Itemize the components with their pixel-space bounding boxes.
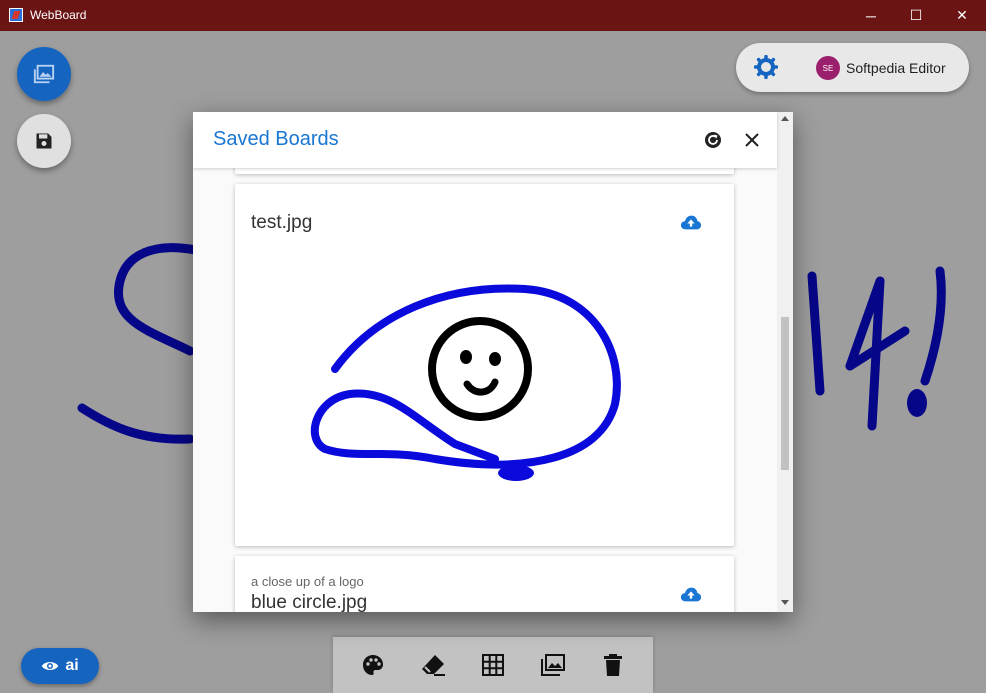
eraser-button[interactable] [418,650,448,680]
save-button[interactable] [17,114,71,168]
refresh-icon[interactable] [703,130,723,150]
app-icon [9,8,23,22]
grid-icon [482,654,504,676]
delete-icon [604,654,622,676]
window-titlebar: WebBoard ─ ☐ ✕ [0,0,986,31]
board-card[interactable] [235,168,734,174]
cloud-upload-icon[interactable] [680,584,702,606]
palette-button[interactable] [358,650,388,680]
dialog-title: Saved Boards [213,128,339,150]
dialog-scrollbar[interactable] [777,112,793,612]
avatar[interactable]: SE [816,56,840,80]
dialog-header: Saved Boards [193,112,777,168]
grid-button[interactable] [478,650,508,680]
board-description: a close up of a logo [251,574,364,589]
board-card[interactable]: a close up of a logo blue circle.jpg [235,556,734,612]
scroll-up-arrow-icon[interactable] [781,116,789,121]
boards-list[interactable]: test.jpg a close up of a logo blue circl… [193,168,777,612]
user-menu[interactable]: SE Softpedia Editor [736,43,969,92]
minimize-button[interactable]: ─ [848,0,894,31]
close-icon[interactable] [742,130,762,150]
board-name: blue circle.jpg [251,592,368,612]
close-window-button[interactable]: ✕ [939,0,985,31]
floppy-disk-icon [36,133,52,149]
image-icon [541,654,565,676]
eye-icon [42,662,59,670]
maximize-button[interactable]: ☐ [893,0,939,31]
eraser-icon [422,655,445,676]
gear-icon[interactable] [754,55,778,79]
board-name: test.jpg [251,212,313,233]
scroll-down-arrow-icon[interactable] [781,600,789,605]
saved-boards-dialog: Saved Boards test.jpg a close up of a lo… [193,112,793,612]
image-gallery-icon [33,64,55,84]
palette-icon [363,655,383,675]
image-gallery-button[interactable] [17,47,71,101]
board-card[interactable]: test.jpg [235,184,734,546]
user-name[interactable]: Softpedia Editor [846,60,946,76]
insert-image-button[interactable] [538,650,568,680]
board-thumbnail[interactable] [295,244,635,484]
scroll-thumb[interactable] [781,317,789,470]
delete-button[interactable] [598,650,628,680]
visibility-toggle[interactable]: ai [21,648,99,684]
window-title: WebBoard [30,8,87,22]
drawing-toolbar [333,637,653,693]
visibility-label: ai [65,657,79,674]
cloud-upload-icon[interactable] [680,212,702,234]
